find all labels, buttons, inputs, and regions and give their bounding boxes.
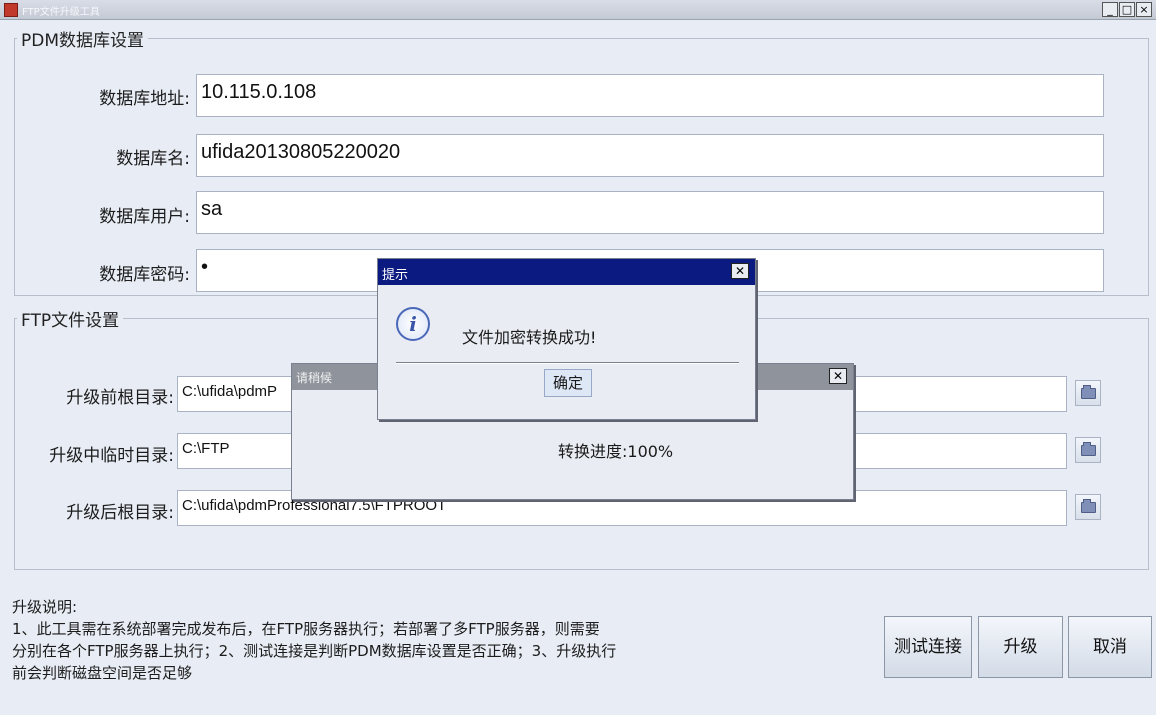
- db-address-input[interactable]: 10.115.0.108: [196, 74, 1104, 117]
- db-user-label: 数据库用户:: [99, 207, 190, 227]
- db-password-label: 数据库密码:: [99, 265, 190, 285]
- maximize-button[interactable]: □: [1119, 2, 1135, 17]
- folder-icon: [1081, 499, 1096, 513]
- close-button[interactable]: ×: [1136, 2, 1152, 17]
- alert-dialog: 提示 ✕ i 文件加密转换成功! 确定: [377, 258, 756, 420]
- alert-message: 文件加密转换成功!: [462, 328, 597, 347]
- description-line-3: 前会判断磁盘空间是否足够: [12, 664, 193, 682]
- post-upgrade-root-label: 升级后根目录:: [66, 503, 174, 523]
- pre-upgrade-root-label: 升级前根目录:: [66, 388, 174, 408]
- progress-dialog-close-button[interactable]: ✕: [829, 368, 847, 384]
- alert-divider: [396, 362, 739, 364]
- upgrade-description: 升级说明: 1、此工具需在系统部署完成发布后，在FTP服务器执行；若部署了多FT…: [12, 596, 872, 684]
- upgrade-button[interactable]: 升级: [978, 616, 1063, 678]
- post-upgrade-browse-button[interactable]: [1075, 494, 1101, 520]
- db-name-label: 数据库名:: [116, 149, 190, 169]
- alert-dialog-title: 提示: [382, 268, 409, 283]
- pdm-settings-title: PDM数据库设置: [21, 31, 145, 51]
- temp-dir-label: 升级中临时目录:: [49, 446, 174, 466]
- description-title: 升级说明:: [12, 598, 78, 616]
- db-name-input[interactable]: ufida20130805220020: [196, 134, 1104, 177]
- info-icon: i: [396, 307, 430, 341]
- alert-dialog-titlebar[interactable]: 提示 ✕: [378, 259, 755, 285]
- minimize-button[interactable]: _: [1102, 2, 1118, 17]
- db-user-input[interactable]: sa: [196, 191, 1104, 234]
- description-line-2: 分别在各个FTP服务器上执行；2、测试连接是判断PDM数据库设置是否正确；3、升…: [12, 642, 617, 660]
- test-connection-button[interactable]: 测试连接: [884, 616, 972, 678]
- description-line-1: 1、此工具需在系统部署完成发布后，在FTP服务器执行；若部署了多FTP服务器，则…: [12, 620, 600, 638]
- folder-icon: [1081, 385, 1096, 399]
- alert-dialog-close-button[interactable]: ✕: [731, 263, 749, 279]
- alert-ok-button[interactable]: 确定: [544, 369, 592, 397]
- window-titlebar[interactable]: FTP文件升级工具 _ □ ×: [0, 0, 1156, 20]
- window-title: FTP文件升级工具: [22, 7, 100, 18]
- folder-icon: [1081, 442, 1096, 456]
- db-address-label: 数据库地址:: [99, 89, 190, 109]
- pre-upgrade-browse-button[interactable]: [1075, 380, 1101, 406]
- ftp-settings-title: FTP文件设置: [21, 311, 120, 331]
- temp-dir-browse-button[interactable]: [1075, 437, 1101, 463]
- cancel-button[interactable]: 取消: [1068, 616, 1152, 678]
- app-icon: [4, 3, 18, 17]
- progress-dialog-title: 请稍候: [296, 371, 333, 385]
- progress-text: 转换进度:100%: [558, 442, 674, 461]
